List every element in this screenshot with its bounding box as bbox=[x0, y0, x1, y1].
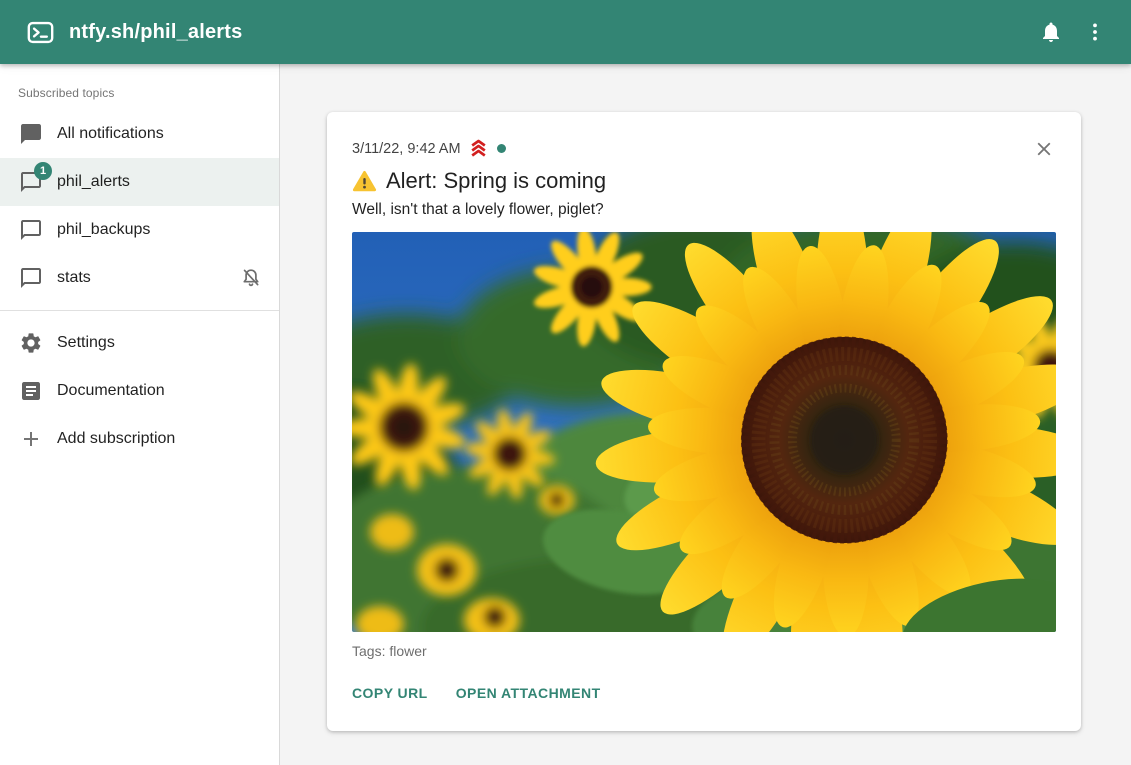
sidebar-item-phil-backups[interactable]: phil_backups bbox=[0, 206, 279, 254]
sidebar-item-label: stats bbox=[57, 269, 239, 287]
sidebar: Subscribed topics All notifications 1 ph… bbox=[0, 64, 280, 765]
notification-body: Well, isn't that a lovely flower, piglet… bbox=[352, 201, 1056, 219]
notification-meta: 3/11/22, 9:42 AM bbox=[352, 138, 1056, 159]
subscribed-topics-label: Subscribed topics bbox=[0, 64, 279, 110]
sidebar-item-label: All notifications bbox=[57, 125, 263, 143]
chat-bubble-filled-icon bbox=[19, 122, 43, 146]
sidebar-item-documentation[interactable]: Documentation bbox=[0, 367, 279, 415]
notification-actions: COPY URL OPEN ATTACHMENT bbox=[352, 683, 1056, 703]
sidebar-item-label: phil_alerts bbox=[57, 173, 263, 191]
sidebar-item-phil-alerts[interactable]: 1 phil_alerts bbox=[0, 158, 279, 206]
copy-url-button[interactable]: COPY URL bbox=[352, 683, 428, 703]
open-attachment-button[interactable]: OPEN ATTACHMENT bbox=[456, 683, 601, 703]
notification-tags: Tags: flower bbox=[352, 643, 1056, 659]
sidebar-item-label: Settings bbox=[57, 334, 263, 352]
article-icon bbox=[19, 379, 43, 403]
gear-icon bbox=[19, 331, 43, 355]
main-content: 3/11/22, 9:42 AM Alert: Spring is coming bbox=[280, 64, 1131, 765]
sidebar-item-stats[interactable]: stats bbox=[0, 254, 279, 302]
kebab-menu-icon bbox=[1083, 20, 1107, 44]
notification-title: Alert: Spring is coming bbox=[352, 168, 1056, 194]
plus-icon bbox=[19, 427, 43, 451]
chat-bubble-outline-icon bbox=[19, 218, 43, 242]
unread-count-badge: 1 bbox=[34, 162, 52, 180]
sidebar-item-label: phil_backups bbox=[57, 221, 263, 239]
terminal-prompt-icon bbox=[27, 19, 54, 46]
bell-icon bbox=[1039, 20, 1063, 44]
page-title: ntfy.sh/phil_alerts bbox=[69, 21, 242, 44]
warning-triangle-icon bbox=[352, 169, 377, 194]
triple-chevron-up-red-icon bbox=[468, 138, 489, 159]
notifications-button[interactable] bbox=[1029, 10, 1073, 54]
overflow-menu-button[interactable] bbox=[1073, 10, 1117, 54]
notification-title-text: Alert: Spring is coming bbox=[386, 168, 606, 194]
sidebar-item-label: Documentation bbox=[57, 382, 263, 400]
chat-bubble-outline-icon bbox=[19, 266, 43, 290]
close-icon bbox=[1033, 138, 1055, 160]
sidebar-item-all-notifications[interactable]: All notifications bbox=[0, 110, 279, 158]
app-bar: ntfy.sh/phil_alerts bbox=[0, 0, 1131, 64]
sidebar-item-add-subscription[interactable]: Add subscription bbox=[0, 415, 279, 463]
sidebar-item-settings[interactable]: Settings bbox=[0, 319, 279, 367]
attachment-image[interactable] bbox=[352, 232, 1056, 632]
chat-bubble-outline-icon: 1 bbox=[19, 170, 43, 194]
sidebar-divider bbox=[0, 310, 279, 311]
notification-card: 3/11/22, 9:42 AM Alert: Spring is coming bbox=[327, 112, 1081, 731]
green-dot bbox=[497, 144, 506, 153]
bell-off-icon bbox=[239, 266, 263, 290]
dismiss-notification-button[interactable] bbox=[1029, 134, 1059, 164]
sidebar-item-label: Add subscription bbox=[57, 430, 263, 448]
notification-timestamp: 3/11/22, 9:42 AM bbox=[352, 141, 461, 157]
